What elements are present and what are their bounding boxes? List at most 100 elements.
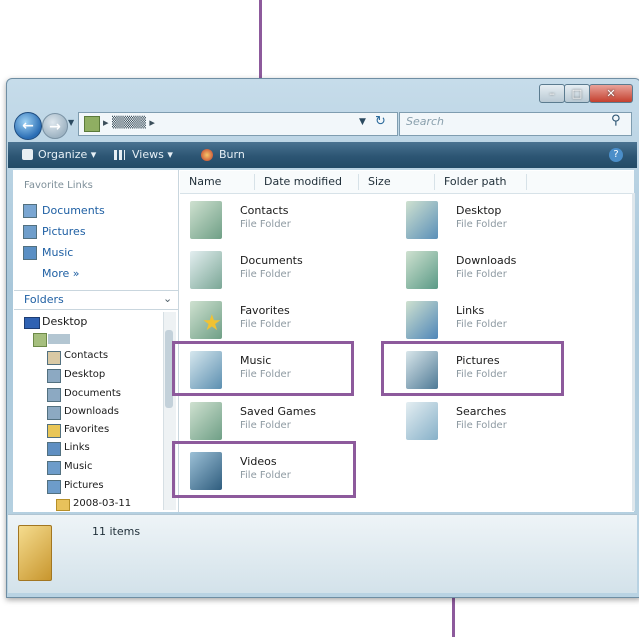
list-item[interactable]: Links File Folder (402, 299, 582, 343)
links-folder-icon (406, 301, 438, 339)
views-button[interactable]: Views ▾ (132, 148, 173, 161)
user-folder-icon (84, 116, 100, 132)
tree-item-2008-03-11[interactable]: 2008-03-11 (73, 498, 131, 509)
refresh-icon[interactable]: ↻ (375, 114, 386, 129)
pictures-tree-icon (47, 480, 61, 494)
music-tree-icon (47, 461, 61, 475)
list-item[interactable]: Searches File Folder (402, 400, 582, 444)
item-type: File Folder (240, 420, 291, 431)
item-type: File Folder (456, 319, 507, 330)
item-type: File Folder (456, 219, 507, 230)
item-name: Contacts (240, 204, 289, 217)
contacts-folder-icon (190, 201, 222, 239)
column-header-row (180, 171, 634, 194)
minimize-button[interactable]: – (539, 84, 565, 103)
pictures-icon (23, 225, 37, 239)
column-separator (254, 174, 255, 190)
tree-item-downloads[interactable]: Downloads (64, 406, 119, 417)
search-icon[interactable]: ⚲ (611, 113, 621, 128)
command-bar (8, 142, 637, 168)
address-bar[interactable]: ▸ ▒▒▒▒ ▸ ▼ ↻ (78, 112, 398, 136)
maximize-button[interactable]: □ (564, 84, 590, 103)
item-name: Saved Games (240, 405, 316, 418)
tree-item-pictures[interactable]: Pictures (64, 480, 104, 491)
column-header-size[interactable]: Size (368, 175, 391, 188)
maximize-icon: □ (571, 87, 583, 100)
back-button[interactable]: ← (14, 112, 42, 140)
item-name: Favorites (240, 304, 290, 317)
favorite-links-heading: Favorite Links (24, 180, 93, 191)
item-name: Desktop (456, 204, 502, 217)
content-scrollbar[interactable] (632, 193, 635, 511)
forward-button[interactable]: → (42, 113, 68, 139)
item-type: File Folder (456, 420, 507, 431)
close-button[interactable]: ✕ (589, 84, 633, 103)
downloads-tree-icon (47, 406, 61, 420)
chevron-down-icon[interactable]: ⌄ (163, 292, 172, 305)
column-header-folder-path[interactable]: Folder path (444, 175, 507, 188)
tree-item-contacts[interactable]: Contacts (64, 350, 108, 361)
tree-item-links[interactable]: Links (64, 442, 90, 453)
contacts-tree-icon (47, 351, 61, 365)
folder-thumbnail-icon (18, 525, 52, 581)
favorite-link-pictures[interactable]: Pictures (42, 225, 86, 238)
callout-box-music (172, 341, 354, 396)
user-tree-icon (33, 333, 47, 347)
back-arrow-icon: ← (22, 118, 34, 134)
list-item[interactable]: Desktop File Folder (402, 199, 582, 243)
favorites-tree-icon (47, 424, 61, 438)
searches-folder-icon (406, 402, 438, 440)
column-header-date-modified[interactable]: Date modified (264, 175, 342, 188)
organize-button[interactable]: Organize ▾ (38, 148, 96, 161)
help-icon[interactable]: ? (609, 148, 623, 162)
links-tree-icon (47, 442, 61, 456)
search-input[interactable]: Search (406, 115, 444, 128)
history-dropdown-icon[interactable]: ▼ (68, 118, 74, 127)
list-item[interactable]: Contacts File Folder (186, 199, 352, 243)
callout-box-videos (172, 441, 356, 498)
folders-divider (14, 290, 178, 291)
burn-button[interactable]: Burn (219, 148, 245, 161)
tree-item-documents[interactable]: Documents (64, 388, 121, 399)
saved-games-folder-icon (190, 402, 222, 440)
documents-folder-icon (190, 251, 222, 289)
folders-divider-bottom (14, 309, 178, 310)
close-icon: ✕ (606, 87, 616, 100)
list-item[interactable]: Documents File Folder (186, 249, 352, 293)
more-links[interactable]: More » (42, 267, 80, 280)
list-item[interactable]: Saved Games File Folder (186, 400, 352, 444)
documents-icon (23, 204, 37, 218)
star-icon: ★ (202, 311, 222, 336)
column-header-name[interactable]: Name (189, 175, 221, 188)
item-name: Documents (240, 254, 303, 267)
column-separator (434, 174, 435, 190)
music-icon (23, 246, 37, 260)
folder-tree-icon (56, 499, 70, 511)
user-tree-label[interactable] (48, 334, 70, 344)
column-separator (358, 174, 359, 190)
item-type: File Folder (240, 219, 291, 230)
callout-box-pictures (381, 341, 564, 396)
burn-icon (201, 149, 213, 161)
list-item[interactable]: Downloads File Folder (402, 249, 582, 293)
views-icon (114, 150, 125, 160)
tree-item-music[interactable]: Music (64, 461, 92, 472)
item-name: Links (456, 304, 485, 317)
desktop-folder-icon (406, 201, 438, 239)
item-type: File Folder (456, 269, 507, 280)
tree-item-desktop-folder[interactable]: Desktop (64, 369, 105, 380)
column-separator (526, 174, 527, 190)
tree-item-favorites[interactable]: Favorites (64, 424, 109, 435)
favorite-link-music[interactable]: Music (42, 246, 73, 259)
address-breadcrumb[interactable]: ▸ ▒▒▒▒ ▸ (103, 116, 155, 129)
favorite-link-documents[interactable]: Documents (42, 204, 105, 217)
documents-tree-icon (47, 388, 61, 402)
desktop-folder-tree-icon (47, 369, 61, 383)
organize-icon (22, 149, 33, 160)
address-dropdown-icon[interactable]: ▼ (359, 117, 366, 127)
downloads-folder-icon (406, 251, 438, 289)
item-name: Searches (456, 405, 507, 418)
list-item[interactable]: ★ Favorites File Folder (186, 299, 352, 343)
folders-heading[interactable]: Folders (24, 293, 64, 306)
tree-item-desktop[interactable]: Desktop (42, 315, 87, 328)
